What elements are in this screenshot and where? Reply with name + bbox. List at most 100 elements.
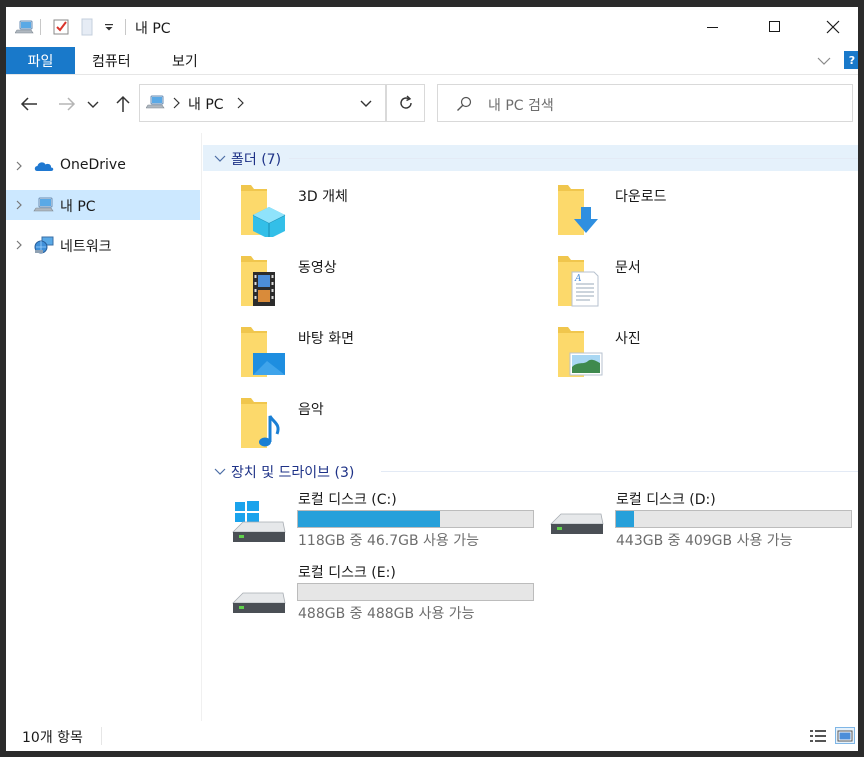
sidebar-item-label: 내 PC — [60, 199, 96, 215]
sidebar-item-label: OneDrive — [60, 157, 126, 173]
drive-c[interactable]: 로컬 디스크 (C:) 118GB 중 46.7GB 사용 가능 — [207, 488, 534, 554]
desktop-folder-icon — [237, 323, 287, 379]
music-folder-icon — [237, 394, 287, 450]
drive-e[interactable]: 로컬 디스크 (E:) 488GB 중 488GB 사용 가능 — [207, 561, 534, 627]
hard-drive-icon — [231, 581, 287, 625]
search-placeholder: 내 PC 검색 — [488, 98, 554, 114]
this-pc-small-icon[interactable] — [14, 17, 36, 37]
drive-free-space: 443GB 중 409GB 사용 가능 — [616, 533, 793, 549]
sidebar-item-this-pc[interactable]: 내 PC — [6, 190, 200, 220]
drive-usage-fill — [298, 511, 440, 527]
this-pc-icon — [145, 95, 166, 115]
back-button[interactable] — [16, 93, 42, 115]
close-button[interactable] — [804, 7, 858, 47]
item-count: 10개 항목 — [22, 730, 83, 746]
sidebar-item-onedrive[interactable]: OneDrive — [6, 151, 200, 181]
properties-icon[interactable] — [50, 17, 72, 37]
folder-name: 음악 — [298, 402, 324, 418]
refresh-button[interactable] — [386, 84, 425, 122]
maximize-button[interactable] — [746, 7, 804, 47]
drive-free-space: 118GB 중 46.7GB 사용 가능 — [298, 533, 480, 549]
network-icon — [33, 235, 55, 255]
details-view-icon[interactable] — [808, 727, 828, 744]
pictures-folder-icon — [554, 323, 604, 379]
expand-chevron-icon[interactable] — [14, 238, 26, 252]
group-header-drives[interactable]: 장치 및 드라이브 (3) — [203, 458, 858, 484]
group-title: 장치 및 드라이브 (3) — [231, 465, 355, 481]
window-title: 내 PC — [135, 21, 171, 37]
expand-ribbon-icon[interactable] — [816, 53, 832, 69]
folder-name: 다운로드 — [615, 189, 667, 205]
folder-documents[interactable]: A 문서 — [524, 252, 824, 312]
drive-name: 로컬 디스크 (D:) — [616, 492, 716, 508]
up-button[interactable] — [110, 93, 136, 115]
forward-button[interactable] — [54, 93, 80, 115]
folder-downloads[interactable]: 다운로드 — [524, 181, 824, 241]
3d-objects-folder-icon — [237, 181, 287, 239]
address-bar[interactable]: 내 PC — [139, 84, 386, 122]
collapse-group-icon[interactable] — [213, 464, 227, 478]
drive-free-space: 488GB 중 488GB 사용 가능 — [298, 606, 475, 622]
breadcrumb-chevron-icon[interactable] — [172, 97, 180, 113]
folder-name: 동영상 — [298, 260, 337, 276]
folder-music[interactable]: 음악 — [207, 394, 507, 454]
folder-desktop[interactable]: 바탕 화면 — [207, 323, 507, 383]
drive-usage-fill — [616, 511, 635, 527]
drive-d[interactable]: 로컬 디스크 (D:) 443GB 중 409GB 사용 가능 — [525, 488, 852, 554]
breadcrumb-chevron-icon[interactable] — [236, 97, 244, 113]
status-bar: 10개 항목 — [6, 721, 858, 751]
group-title: 폴더 (7) — [231, 152, 282, 168]
new-folder-icon[interactable] — [78, 17, 96, 37]
documents-folder-icon: A — [554, 252, 604, 308]
drive-usage-bar — [297, 510, 534, 528]
drive-usage-bar — [297, 583, 534, 601]
file-explorer-window: 내 PC 파일 컴퓨터 보기 ? 내 PC 내 PC 검색 OneDrive 내… — [6, 7, 858, 751]
folder-videos[interactable]: 동영상 — [207, 252, 507, 312]
group-header-folders[interactable]: 폴더 (7) — [203, 145, 858, 171]
drive-name: 로컬 디스크 (E:) — [298, 565, 396, 581]
help-icon[interactable]: ? — [844, 51, 858, 69]
tab-computer[interactable]: 컴퓨터 — [92, 47, 131, 74]
breadcrumb-this-pc[interactable]: 내 PC — [188, 94, 224, 114]
customize-toolbar-icon[interactable] — [102, 17, 116, 37]
folder-name: 바탕 화면 — [298, 331, 354, 347]
recent-locations-button[interactable] — [85, 93, 101, 115]
collapse-group-icon[interactable] — [213, 151, 227, 165]
folder-name: 사진 — [615, 331, 641, 347]
tab-view[interactable]: 보기 — [172, 47, 198, 74]
svg-text:A: A — [574, 274, 582, 284]
onedrive-cloud-icon — [33, 156, 55, 176]
large-icons-view-icon[interactable] — [835, 727, 855, 744]
search-box[interactable]: 내 PC 검색 — [437, 84, 853, 122]
folder-pictures[interactable]: 사진 — [524, 323, 824, 383]
windows-system-drive-icon — [231, 500, 287, 544]
drive-name: 로컬 디스크 (C:) — [298, 492, 397, 508]
sidebar-item-network[interactable]: 네트워크 — [6, 230, 200, 260]
quick-access-separator — [40, 19, 41, 35]
drive-usage-bar — [615, 510, 852, 528]
videos-folder-icon — [237, 252, 287, 308]
refresh-icon — [399, 95, 412, 109]
title-separator — [125, 19, 126, 35]
minimize-button[interactable] — [684, 7, 742, 47]
hard-drive-icon — [549, 502, 605, 546]
status-separator — [101, 727, 102, 745]
navigation-pane: OneDrive 내 PC 네트워크 — [6, 133, 202, 721]
group-divider — [381, 471, 858, 472]
content-pane: 폴더 (7) 3D 개체 다운로드 동영상 A 문서 바탕 화면 사진 음악 장… — [203, 133, 858, 721]
address-dropdown-icon[interactable] — [358, 95, 374, 111]
folder-name: 문서 — [615, 260, 641, 276]
sidebar-item-label: 네트워크 — [60, 239, 112, 255]
tab-file[interactable]: 파일 — [6, 47, 75, 74]
navigation-bar: 내 PC 내 PC 검색 — [6, 75, 858, 133]
ribbon-tabs: 파일 컴퓨터 보기 ? — [6, 47, 858, 75]
this-pc-icon — [33, 195, 55, 215]
expand-chevron-icon[interactable] — [14, 159, 26, 173]
folder-3d-objects[interactable]: 3D 개체 — [207, 181, 507, 241]
search-icon — [456, 96, 472, 116]
downloads-folder-icon — [554, 181, 604, 237]
folder-name: 3D 개체 — [298, 189, 348, 205]
title-bar: 내 PC — [6, 7, 858, 47]
expand-chevron-icon[interactable] — [14, 198, 26, 212]
group-divider — [289, 158, 858, 159]
